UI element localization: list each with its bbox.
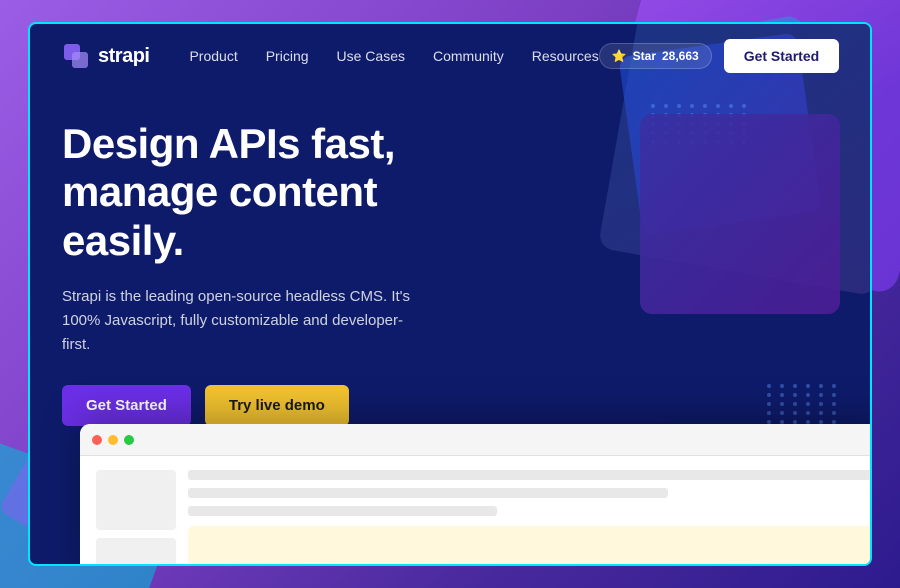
- browser-dot-red: [92, 435, 102, 445]
- get-started-nav-button[interactable]: Get Started: [724, 39, 839, 73]
- dot-grid-bottom: (function() { const grid = document.quer…: [767, 384, 840, 424]
- dot: [780, 384, 784, 388]
- hero-description: Strapi is the leading open-source headle…: [62, 285, 422, 357]
- dot: [703, 104, 707, 108]
- nav-link-product[interactable]: Product: [189, 48, 237, 64]
- nav-actions: ⭐ Star 28,663 Get Started: [599, 39, 839, 73]
- dot: [819, 384, 823, 388]
- nav-link-community[interactable]: Community: [433, 48, 504, 64]
- logo-icon: [62, 42, 90, 70]
- content-line-wide: [188, 470, 872, 480]
- logo-text: strapi: [98, 45, 149, 68]
- star-badge[interactable]: ⭐ Star 28,663: [599, 43, 712, 69]
- dot: [793, 402, 797, 406]
- dot: [677, 104, 681, 108]
- dot: [832, 411, 836, 415]
- dot: [832, 402, 836, 406]
- sidebar-block-secondary: [96, 538, 176, 566]
- hero-section: Design APIs fast, manage content easily.…: [30, 88, 530, 426]
- hero-buttons: Get Started Try live demo: [62, 385, 498, 426]
- star-icon: ⭐: [612, 49, 627, 63]
- star-count: 28,663: [662, 49, 699, 63]
- dot: [832, 384, 836, 388]
- purple-card: [640, 114, 840, 314]
- dot: [767, 384, 771, 388]
- dot: [793, 411, 797, 415]
- nav-link-pricing[interactable]: Pricing: [266, 48, 309, 64]
- browser-content: [80, 456, 872, 566]
- live-demo-button[interactable]: Try live demo: [205, 385, 349, 426]
- dot: [767, 393, 771, 397]
- dot: [780, 411, 784, 415]
- dot: [780, 393, 784, 397]
- browser-mockup-front: [80, 424, 872, 566]
- dot: [767, 411, 771, 415]
- nav-link-resources[interactable]: Resources: [532, 48, 599, 64]
- logo[interactable]: strapi: [62, 42, 149, 70]
- browser-main: [188, 470, 872, 566]
- content-yellow-block: [188, 526, 872, 566]
- nav-links: Product Pricing Use Cases Community Reso…: [189, 48, 598, 64]
- dot: [806, 393, 810, 397]
- dot: [780, 402, 784, 406]
- dot: [806, 402, 810, 406]
- navbar: strapi Product Pricing Use Cases Communi…: [30, 24, 870, 88]
- dot: [806, 411, 810, 415]
- dot: [664, 104, 668, 108]
- dot: [819, 411, 823, 415]
- dot: [819, 393, 823, 397]
- dot: [767, 402, 771, 406]
- dot: [716, 104, 720, 108]
- hero-title: Design APIs fast, manage content easily.: [62, 120, 498, 265]
- dot: [806, 384, 810, 388]
- main-container: strapi Product Pricing Use Cases Communi…: [28, 22, 872, 566]
- browser-sidebar: [96, 470, 176, 566]
- dot: [742, 104, 746, 108]
- dot: [690, 104, 694, 108]
- dot: [793, 393, 797, 397]
- dot: [819, 402, 823, 406]
- nav-link-use-cases[interactable]: Use Cases: [337, 48, 405, 64]
- browser-dot-green: [124, 435, 134, 445]
- browser-dot-yellow: [108, 435, 118, 445]
- star-label: Star: [633, 49, 656, 63]
- content-line-medium: [188, 488, 668, 498]
- sidebar-block-main: [96, 470, 176, 530]
- browser-bar: [80, 424, 872, 456]
- dot: [651, 104, 655, 108]
- get-started-hero-button[interactable]: Get Started: [62, 385, 191, 426]
- dot: [793, 384, 797, 388]
- dot: [729, 104, 733, 108]
- dot: [832, 393, 836, 397]
- content-line-short: [188, 506, 497, 516]
